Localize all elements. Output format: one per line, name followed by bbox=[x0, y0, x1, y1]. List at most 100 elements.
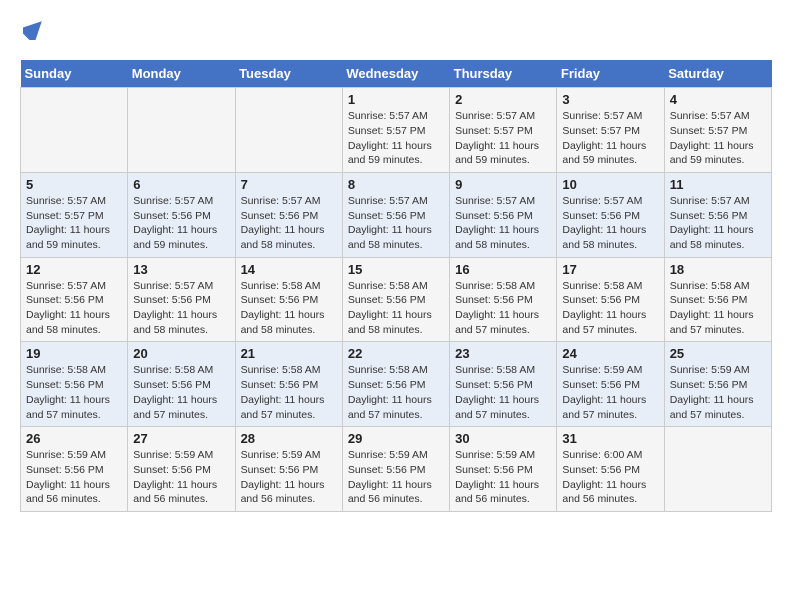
day-info: Sunrise: 5:59 AM Sunset: 5:56 PM Dayligh… bbox=[562, 363, 658, 422]
day-info: Sunrise: 5:58 AM Sunset: 5:56 PM Dayligh… bbox=[26, 363, 122, 422]
day-number: 27 bbox=[133, 431, 229, 446]
day-info: Sunrise: 5:58 AM Sunset: 5:56 PM Dayligh… bbox=[241, 363, 337, 422]
calendar-cell: 18 Sunrise: 5:58 AM Sunset: 5:56 PM Dayli… bbox=[664, 257, 771, 342]
calendar-cell: 21 Sunrise: 5:58 AM Sunset: 5:56 PM Dayli… bbox=[235, 342, 342, 427]
calendar-header-cell: Monday bbox=[128, 60, 235, 88]
calendar-cell: 19 Sunrise: 5:58 AM Sunset: 5:56 PM Dayli… bbox=[21, 342, 128, 427]
calendar-cell: 12 Sunrise: 5:57 AM Sunset: 5:56 PM Dayli… bbox=[21, 257, 128, 342]
day-number: 2 bbox=[455, 92, 551, 107]
calendar-cell: 8Sunrise: 5:57 AM Sunset: 5:56 PM Daylig… bbox=[342, 172, 449, 257]
day-number: 29 bbox=[348, 431, 444, 446]
day-info: Sunrise: 5:57 AM Sunset: 5:57 PM Dayligh… bbox=[562, 109, 658, 168]
page-header bbox=[20, 20, 772, 44]
day-info: Sunrise: 5:57 AM Sunset: 5:56 PM Dayligh… bbox=[455, 194, 551, 253]
calendar-week-row: 26 Sunrise: 5:59 AM Sunset: 5:56 PM Dayli… bbox=[21, 427, 772, 512]
day-number: 19 bbox=[26, 346, 122, 361]
day-info: Sunrise: 6:00 AM Sunset: 5:56 PM Dayligh… bbox=[562, 448, 658, 507]
calendar-cell: 31 Sunrise: 6:00 AM Sunset: 5:56 PM Dayli… bbox=[557, 427, 664, 512]
day-number: 4 bbox=[670, 92, 766, 107]
calendar-cell: 6 Sunrise: 5:57 AM Sunset: 5:56 PM Daylig… bbox=[128, 172, 235, 257]
calendar-cell: 2 Sunrise: 5:57 AM Sunset: 5:57 PM Daylig… bbox=[450, 88, 557, 173]
day-number: 3 bbox=[562, 92, 658, 107]
calendar-cell: 11Sunrise: 5:57 AM Sunset: 5:56 PM Dayli… bbox=[664, 172, 771, 257]
day-number: 28 bbox=[241, 431, 337, 446]
day-info: Sunrise: 5:57 AM Sunset: 5:57 PM Dayligh… bbox=[670, 109, 766, 168]
day-number: 16 bbox=[455, 262, 551, 277]
calendar-cell bbox=[664, 427, 771, 512]
day-number: 20 bbox=[133, 346, 229, 361]
day-info: Sunrise: 5:57 AM Sunset: 5:56 PM Dayligh… bbox=[133, 279, 229, 338]
day-info: Sunrise: 5:58 AM Sunset: 5:56 PM Dayligh… bbox=[455, 279, 551, 338]
calendar-cell: 29Sunrise: 5:59 AM Sunset: 5:56 PM Dayli… bbox=[342, 427, 449, 512]
calendar-cell: 25Sunrise: 5:59 AM Sunset: 5:56 PM Dayli… bbox=[664, 342, 771, 427]
calendar-header-cell: Saturday bbox=[664, 60, 771, 88]
day-number: 24 bbox=[562, 346, 658, 361]
day-info: Sunrise: 5:59 AM Sunset: 5:56 PM Dayligh… bbox=[26, 448, 122, 507]
calendar-cell: 13 Sunrise: 5:57 AM Sunset: 5:56 PM Dayli… bbox=[128, 257, 235, 342]
day-info: Sunrise: 5:57 AM Sunset: 5:57 PM Dayligh… bbox=[348, 109, 444, 168]
day-info: Sunrise: 5:57 AM Sunset: 5:57 PM Dayligh… bbox=[26, 194, 122, 253]
day-info: Sunrise: 5:58 AM Sunset: 5:56 PM Dayligh… bbox=[562, 279, 658, 338]
day-info: Sunrise: 5:58 AM Sunset: 5:56 PM Dayligh… bbox=[348, 363, 444, 422]
day-number: 13 bbox=[133, 262, 229, 277]
calendar-cell: 23 Sunrise: 5:58 AM Sunset: 5:56 PM Dayli… bbox=[450, 342, 557, 427]
calendar-cell: 4 Sunrise: 5:57 AM Sunset: 5:57 PM Daylig… bbox=[664, 88, 771, 173]
day-info: Sunrise: 5:57 AM Sunset: 5:56 PM Dayligh… bbox=[26, 279, 122, 338]
day-info: Sunrise: 5:58 AM Sunset: 5:56 PM Dayligh… bbox=[670, 279, 766, 338]
day-number: 6 bbox=[133, 177, 229, 192]
day-info: Sunrise: 5:57 AM Sunset: 5:56 PM Dayligh… bbox=[241, 194, 337, 253]
calendar-header-cell: Thursday bbox=[450, 60, 557, 88]
calendar-header-row: SundayMondayTuesdayWednesdayThursdayFrid… bbox=[21, 60, 772, 88]
calendar-week-row: 19 Sunrise: 5:58 AM Sunset: 5:56 PM Dayli… bbox=[21, 342, 772, 427]
day-number: 12 bbox=[26, 262, 122, 277]
calendar-week-row: 5 Sunrise: 5:57 AM Sunset: 5:57 PM Daylig… bbox=[21, 172, 772, 257]
day-number: 14 bbox=[241, 262, 337, 277]
day-info: Sunrise: 5:59 AM Sunset: 5:56 PM Dayligh… bbox=[455, 448, 551, 507]
day-info: Sunrise: 5:57 AM Sunset: 5:56 PM Dayligh… bbox=[133, 194, 229, 253]
day-number: 17 bbox=[562, 262, 658, 277]
day-info: Sunrise: 5:57 AM Sunset: 5:56 PM Dayligh… bbox=[348, 194, 444, 253]
day-info: Sunrise: 5:57 AM Sunset: 5:56 PM Dayligh… bbox=[670, 194, 766, 253]
calendar-cell: 16 Sunrise: 5:58 AM Sunset: 5:56 PM Dayli… bbox=[450, 257, 557, 342]
calendar-cell: 26 Sunrise: 5:59 AM Sunset: 5:56 PM Dayli… bbox=[21, 427, 128, 512]
calendar-cell: 22 Sunrise: 5:58 AM Sunset: 5:56 PM Dayli… bbox=[342, 342, 449, 427]
calendar-cell: 10Sunrise: 5:57 AM Sunset: 5:56 PM Dayli… bbox=[557, 172, 664, 257]
logo bbox=[20, 20, 45, 44]
calendar-table: SundayMondayTuesdayWednesdayThursdayFrid… bbox=[20, 60, 772, 512]
day-number: 26 bbox=[26, 431, 122, 446]
calendar-cell: 15Sunrise: 5:58 AM Sunset: 5:56 PM Dayli… bbox=[342, 257, 449, 342]
calendar-cell: 20 Sunrise: 5:58 AM Sunset: 5:56 PM Dayli… bbox=[128, 342, 235, 427]
calendar-header-cell: Sunday bbox=[21, 60, 128, 88]
day-number: 30 bbox=[455, 431, 551, 446]
day-info: Sunrise: 5:57 AM Sunset: 5:57 PM Dayligh… bbox=[455, 109, 551, 168]
day-number: 22 bbox=[348, 346, 444, 361]
day-info: Sunrise: 5:58 AM Sunset: 5:56 PM Dayligh… bbox=[133, 363, 229, 422]
day-number: 21 bbox=[241, 346, 337, 361]
calendar-cell: 17 Sunrise: 5:58 AM Sunset: 5:56 PM Dayli… bbox=[557, 257, 664, 342]
calendar-cell: 24 Sunrise: 5:59 AM Sunset: 5:56 PM Dayli… bbox=[557, 342, 664, 427]
day-info: Sunrise: 5:58 AM Sunset: 5:56 PM Dayligh… bbox=[455, 363, 551, 422]
day-info: Sunrise: 5:58 AM Sunset: 5:56 PM Dayligh… bbox=[241, 279, 337, 338]
calendar-cell: 27 Sunrise: 5:59 AM Sunset: 5:56 PM Dayli… bbox=[128, 427, 235, 512]
day-info: Sunrise: 5:59 AM Sunset: 5:56 PM Dayligh… bbox=[670, 363, 766, 422]
day-number: 1 bbox=[348, 92, 444, 107]
calendar-cell: 7Sunrise: 5:57 AM Sunset: 5:56 PM Daylig… bbox=[235, 172, 342, 257]
day-number: 23 bbox=[455, 346, 551, 361]
calendar-cell: 1 Sunrise: 5:57 AM Sunset: 5:57 PM Daylig… bbox=[342, 88, 449, 173]
calendar-cell bbox=[128, 88, 235, 173]
day-number: 31 bbox=[562, 431, 658, 446]
day-info: Sunrise: 5:59 AM Sunset: 5:56 PM Dayligh… bbox=[133, 448, 229, 507]
day-number: 18 bbox=[670, 262, 766, 277]
day-number: 5 bbox=[26, 177, 122, 192]
calendar-cell: 9Sunrise: 5:57 AM Sunset: 5:56 PM Daylig… bbox=[450, 172, 557, 257]
calendar-cell: 14 Sunrise: 5:58 AM Sunset: 5:56 PM Dayli… bbox=[235, 257, 342, 342]
calendar-cell: 30 Sunrise: 5:59 AM Sunset: 5:56 PM Dayli… bbox=[450, 427, 557, 512]
calendar-header-cell: Wednesday bbox=[342, 60, 449, 88]
calendar-cell: 5 Sunrise: 5:57 AM Sunset: 5:57 PM Daylig… bbox=[21, 172, 128, 257]
day-info: Sunrise: 5:57 AM Sunset: 5:56 PM Dayligh… bbox=[562, 194, 658, 253]
day-info: Sunrise: 5:59 AM Sunset: 5:56 PM Dayligh… bbox=[241, 448, 337, 507]
calendar-cell: 28 Sunrise: 5:59 AM Sunset: 5:56 PM Dayli… bbox=[235, 427, 342, 512]
calendar-week-row: 12 Sunrise: 5:57 AM Sunset: 5:56 PM Dayli… bbox=[21, 257, 772, 342]
day-number: 15 bbox=[348, 262, 444, 277]
calendar-cell bbox=[235, 88, 342, 173]
